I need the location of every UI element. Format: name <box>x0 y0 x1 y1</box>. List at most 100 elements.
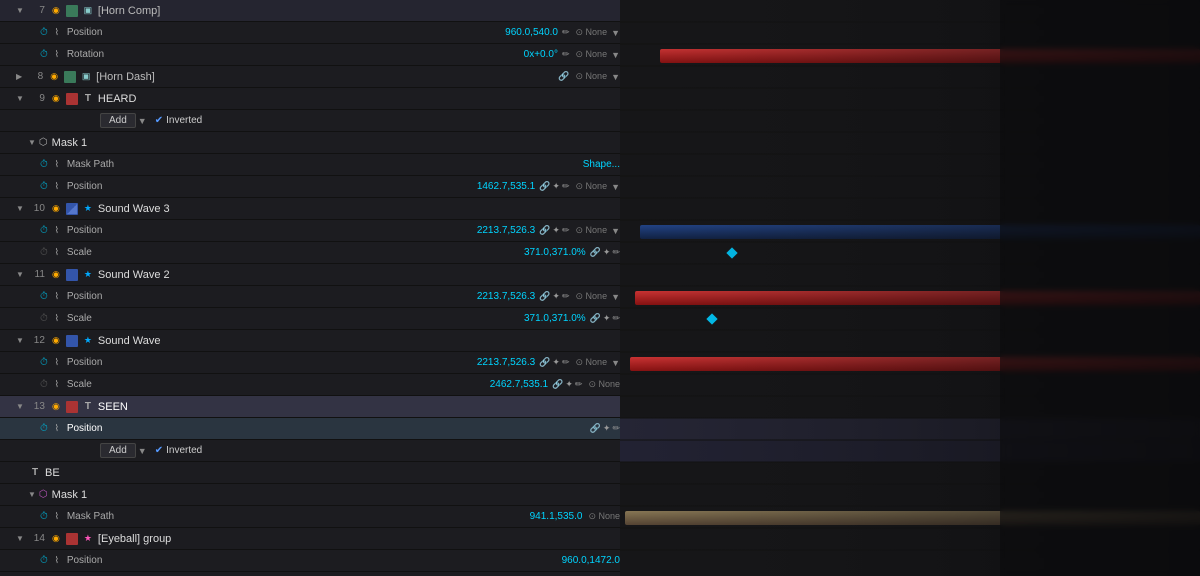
icons-group: 🔗 ✦ ✏ <box>552 379 582 390</box>
graph-icon: ⌇ <box>50 224 64 238</box>
layer-row[interactable]: ▼ 10 ◉ ★ Sound Wave 3 <box>0 198 620 220</box>
property-row[interactable]: ⏱ ⌇ Position 2213.7,526.3 🔗 ✦ ✏ ⊙ None ▼ <box>0 220 620 242</box>
property-row[interactable]: ⏱ ⌇ Mask Path 941.1,535.0 ⊙ None <box>0 506 620 528</box>
stopwatch-icon[interactable]: ⏱ <box>40 27 48 38</box>
comp-icon: ▣ <box>79 70 93 84</box>
dropdown-arrow[interactable]: ▼ <box>611 358 620 368</box>
star-icon: ✦ <box>552 181 560 192</box>
graph-icon: ⌇ <box>50 246 64 260</box>
add-button[interactable]: Add <box>100 443 136 458</box>
layer-row[interactable]: ▼ 7 ◉ ▣ [Horn Comp] <box>0 0 620 22</box>
expand-arrow[interactable]: ▼ <box>16 336 24 345</box>
dropdown-arrow[interactable]: ▼ <box>611 28 620 38</box>
text-icon: T <box>81 400 95 414</box>
expand-arrow[interactable]: ▼ <box>16 94 24 103</box>
property-row[interactable]: ⏱ ⌇ Position 1462.7,535.1 🔗 ✦ ✏ ⊙ None ▼ <box>0 176 620 198</box>
layer-row[interactable]: ▼ 9 ◉ T HEARD <box>0 88 620 110</box>
layer-row[interactable]: ▼ 11 ◉ ★ Sound Wave 2 <box>0 264 620 286</box>
graph-icon: ⌇ <box>50 554 64 568</box>
stopwatch-icon[interactable]: ⏱ <box>40 159 48 170</box>
property-name: Scale <box>67 379 486 390</box>
property-value: Shape... <box>583 159 620 170</box>
layer-row[interactable]: ▼ 13 ◉ T SEEN <box>0 396 620 418</box>
stopwatch-icon[interactable]: ⏱ <box>40 423 48 434</box>
pencil-icon: ✏ <box>562 225 570 236</box>
link-icon: 🔗 <box>552 379 563 390</box>
icons-group: 🔗 ✦ ✏ <box>590 423 620 434</box>
expand-arrow[interactable]: ▼ <box>16 6 24 15</box>
stopwatch-icon[interactable]: ⏱ <box>40 181 48 192</box>
dropdown-arrow[interactable]: ▼ <box>611 292 620 302</box>
dropdown-arrow[interactable]: ▼ <box>138 116 147 126</box>
link-icon: 🔗 <box>558 71 569 82</box>
text-layer-row[interactable]: T BE <box>0 462 620 484</box>
layer-row[interactable]: ▼ 14 ◉ ★ [Eyeball] group <box>0 528 620 550</box>
graph-icon: ⌇ <box>50 312 64 326</box>
none-label: ⊙ None <box>576 357 608 368</box>
mask-name: Mask 1 <box>52 137 620 149</box>
layer-color-inner <box>67 204 77 214</box>
expand-arrow[interactable]: ▼ <box>28 138 36 147</box>
solo-icon: ◉ <box>49 92 63 106</box>
property-row[interactable]: ⏱ ⌇ Position 🔗 ✦ ✏ <box>0 418 620 440</box>
dropdown-arrow[interactable]: ▼ <box>138 446 147 456</box>
property-row[interactable]: ⏱ ⌇ Position 960.0,1472.0 <box>0 550 620 572</box>
link-icon: 🔗 <box>590 247 601 258</box>
graph-icon: ⌇ <box>50 510 64 524</box>
graph-icon: ⌇ <box>50 378 64 392</box>
property-value: 1462.7,535.1 <box>477 181 535 192</box>
dropdown-arrow[interactable]: ▼ <box>611 182 620 192</box>
expand-arrow[interactable]: ▼ <box>16 204 24 213</box>
layer-number: 9 <box>27 93 45 104</box>
icons-group: 🔗 ✦ ✏ <box>590 313 620 324</box>
layer-name: Sound Wave 3 <box>98 203 620 215</box>
property-row[interactable]: ⏱ ⌇ Mask Path Shape... <box>0 154 620 176</box>
stopwatch-icon[interactable]: ⏱ <box>40 511 48 522</box>
expand-arrow[interactable]: ▼ <box>16 534 24 543</box>
property-row[interactable]: ⏱ ⌇ Scale 2462.7,535.1 🔗 ✦ ✏ ⊙ None <box>0 374 620 396</box>
link-icon: 🔗 <box>539 181 550 192</box>
icons-group: 🔗 ✦ ✏ <box>590 247 620 258</box>
stopwatch-icon[interactable]: ⏱ <box>40 357 48 368</box>
property-row[interactable]: ⏱ ⌇ Position 2213.7,526.3 🔗 ✦ ✏ ⊙ None ▼ <box>0 352 620 374</box>
stopwatch-icon[interactable]: ⏱ <box>40 313 48 324</box>
property-row[interactable]: ⏱ ⌇ Position 2213.7,526.3 🔗 ✦ ✏ ⊙ None ▼ <box>0 286 620 308</box>
text-icon: T <box>81 92 95 106</box>
dropdown-arrow[interactable]: ▼ <box>611 50 620 60</box>
stopwatch-icon[interactable]: ⏱ <box>40 247 48 258</box>
pencil-icon: ✏ <box>562 357 570 368</box>
layer-name: HEARD <box>98 93 620 105</box>
solo-icon: ◉ <box>49 268 63 282</box>
property-value: 2213.7,526.3 <box>477 357 535 368</box>
layer-row[interactable]: ▶ 8 ◉ ▣ [Horn Dash] 🔗 ⊙ None ▼ <box>0 66 620 88</box>
rotation-property-row[interactable]: ⏱ ⌇ Rotation 0x+0.0° ✏ ⊙ None ▼ <box>0 44 620 66</box>
dropdown-arrow[interactable]: ▼ <box>611 226 620 236</box>
add-button[interactable]: Add <box>100 113 136 128</box>
comp-icon: ▣ <box>81 4 95 18</box>
expand-arrow[interactable]: ▼ <box>28 490 36 499</box>
mask-row[interactable]: ▼ ⬡ Mask 1 <box>0 132 620 154</box>
layer-name: SEEN <box>98 401 620 413</box>
property-name: Position <box>67 423 582 434</box>
dropdown-arrow[interactable]: ▼ <box>611 72 620 82</box>
property-row[interactable]: ⏱ ⌇ Position 960.0,540.0 ✏ ⊙ None ▼ <box>0 22 620 44</box>
layer-name: Sound Wave <box>98 335 620 347</box>
inverted-check: ✔ Inverted <box>155 445 203 456</box>
expand-arrow[interactable]: ▶ <box>16 72 22 81</box>
graph-icon: ⌇ <box>50 356 64 370</box>
layer-row[interactable]: ▼ 12 ◉ ★ Sound Wave <box>0 330 620 352</box>
property-row[interactable]: ⏱ ⌇ Scale 371.0,371.0% 🔗 ✦ ✏ <box>0 308 620 330</box>
expand-arrow[interactable]: ▼ <box>16 402 24 411</box>
sublayer-row[interactable]: ▣ [Eyeball] -79.0° <box>0 572 620 576</box>
main-container: ▼ 7 ◉ ▣ [Horn Comp] ⏱ ⌇ Position 960.0,5… <box>0 0 1200 576</box>
property-row[interactable]: ⏱ ⌇ Scale 371.0,371.0% 🔗 ✦ ✏ <box>0 242 620 264</box>
mask-row[interactable]: ▼ ⬡ Mask 1 <box>0 484 620 506</box>
stopwatch-icon[interactable]: ⏱ <box>40 555 48 566</box>
expand-arrow[interactable]: ▼ <box>16 270 24 279</box>
pencil-icon: ✏ <box>575 379 583 390</box>
stopwatch-icon[interactable]: ⏱ <box>40 225 48 236</box>
stopwatch-icon[interactable]: ⏱ <box>40 49 48 60</box>
stopwatch-icon[interactable]: ⏱ <box>40 291 48 302</box>
property-name: Scale <box>67 247 520 258</box>
stopwatch-icon[interactable]: ⏱ <box>40 379 48 390</box>
